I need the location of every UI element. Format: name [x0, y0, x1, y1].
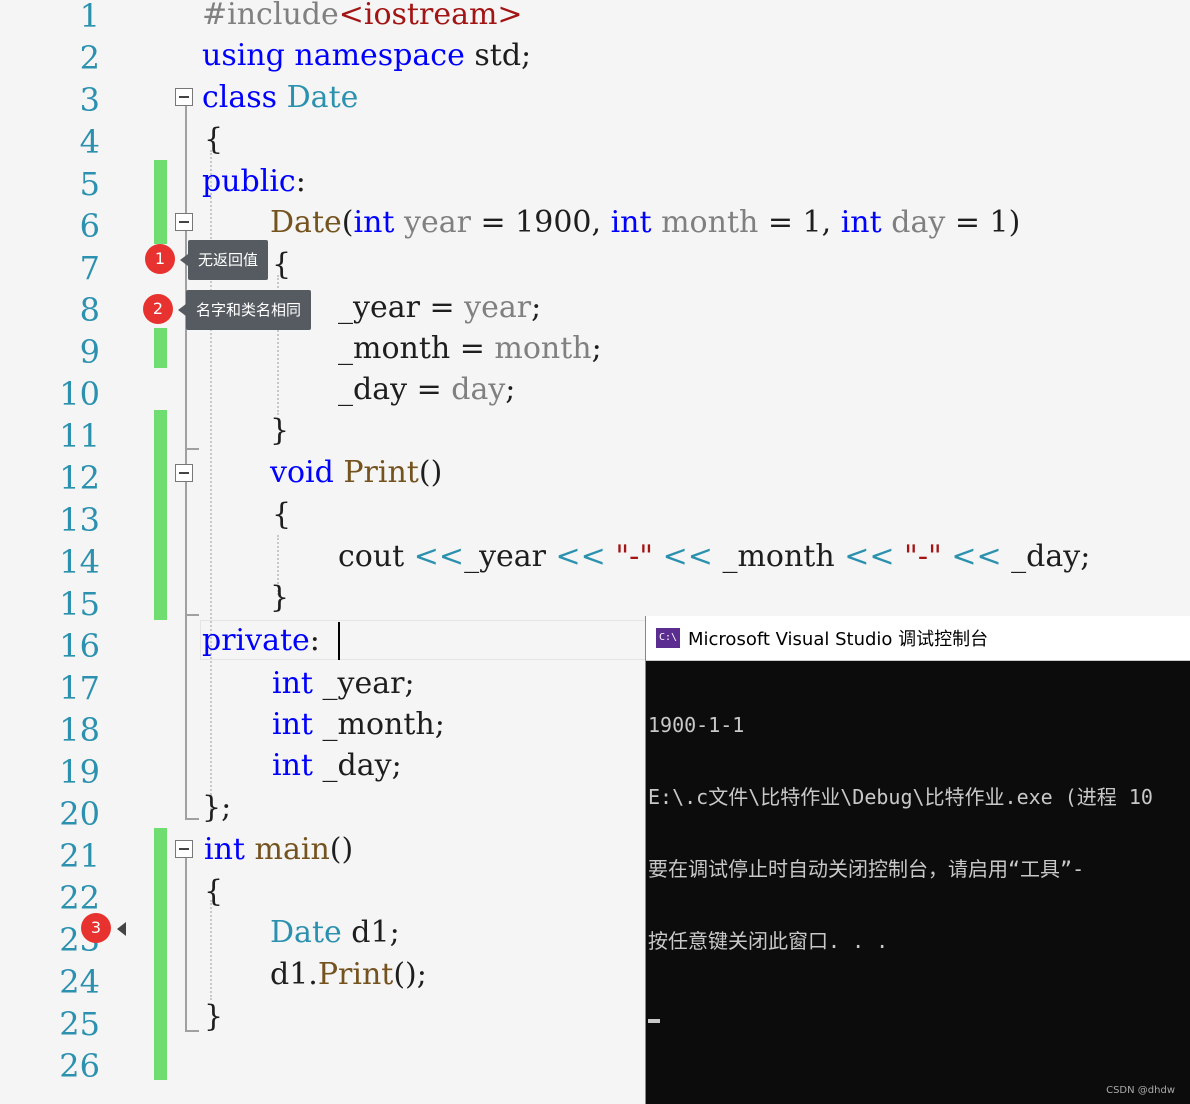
change-marker [154, 828, 167, 1080]
outline-end [185, 448, 199, 450]
line-number: 26 [59, 1047, 100, 1085]
annotation-tooltip-1: 无返回值 [179, 240, 269, 280]
code-line-7[interactable]: { [272, 244, 291, 286]
code-line-9[interactable]: _month = month; [338, 328, 602, 370]
collapse-print-toggle[interactable] [175, 464, 193, 482]
code-line-15[interactable]: } [270, 577, 289, 619]
code-line-23[interactable]: Date d1; [270, 912, 400, 954]
annotation-badge-2: 2 [143, 294, 173, 324]
change-marker [154, 160, 167, 244]
console-output[interactable]: 1900-1-1 E:\.c文件\比特作业\Debug\比特作业.exe (进程… [646, 661, 1190, 1071]
text-cursor [338, 622, 340, 660]
execution-arrow-icon [117, 922, 126, 936]
line-number: 11 [59, 417, 100, 455]
code-line-13[interactable]: { [272, 494, 291, 536]
code-line-16[interactable]: private: [202, 620, 320, 662]
collapse-main-toggle[interactable] [175, 840, 193, 858]
code-line-21[interactable]: int main() [204, 829, 353, 871]
line-number: 4 [79, 123, 100, 161]
outline-end [185, 818, 199, 820]
change-marker [154, 410, 167, 620]
line-number: 12 [59, 459, 100, 497]
outline-end [185, 1030, 199, 1032]
code-line-5[interactable]: public: [202, 161, 306, 203]
console-title: Microsoft Visual Studio 调试控制台 [688, 629, 989, 650]
line-number: 16 [59, 627, 100, 665]
code-line-6[interactable]: Date(int year = 1900, int month = 1, int… [270, 202, 1020, 244]
change-marker [154, 328, 167, 368]
annotation-tooltip-2: 名字和类名相同 [177, 290, 312, 330]
line-number: 10 [59, 375, 100, 413]
line-number: 8 [79, 291, 100, 329]
line-number: 21 [59, 837, 100, 875]
line-number: 3 [79, 81, 100, 119]
line-number: 7 [79, 249, 100, 287]
outline-end [185, 614, 199, 616]
outline-line [185, 858, 187, 1032]
line-number: 6 [79, 207, 100, 245]
annotation-badge-1: 1 [145, 244, 175, 274]
code-line-22[interactable]: { [204, 871, 223, 913]
code-line-19[interactable]: int _day; [272, 745, 402, 787]
line-number: 24 [59, 963, 100, 1001]
code-line-12[interactable]: void Print() [270, 452, 442, 494]
collapse-class-toggle[interactable] [175, 88, 193, 106]
line-number: 1 [79, 0, 100, 35]
line-number: 18 [59, 711, 100, 749]
line-number: 22 [59, 879, 100, 917]
annotation-badge-3: 3 [81, 913, 111, 943]
collapse-constructor-toggle[interactable] [175, 213, 193, 231]
debug-console-window[interactable]: C:\ Microsoft Visual Studio 调试控制台 1900-1… [645, 616, 1190, 1104]
line-number: 20 [59, 795, 100, 833]
console-line: E:\.c文件\比特作业\Debug\比特作业.exe (进程 10 [648, 785, 1153, 809]
line-number: 14 [59, 543, 100, 581]
code-line-17[interactable]: int _year; [272, 663, 415, 705]
code-line-24[interactable]: d1.Print(); [270, 954, 427, 996]
code-line-18[interactable]: int _month; [272, 704, 445, 746]
line-number: 17 [59, 669, 100, 707]
code-line-11[interactable]: } [270, 410, 289, 452]
line-number: 15 [59, 585, 100, 623]
line-number: 25 [59, 1005, 100, 1043]
line-number: 2 [79, 39, 100, 77]
console-cursor [648, 1019, 660, 1023]
console-line: 要在调试停止时自动关闭控制台，请启用“工具”- [648, 857, 1085, 881]
code-line-2[interactable]: using namespace std; [202, 35, 531, 77]
console-title-bar[interactable]: C:\ Microsoft Visual Studio 调试控制台 [646, 616, 1190, 661]
code-line-10[interactable]: _day = day; [338, 369, 515, 411]
code-line-1[interactable]: #include<iostream> [202, 0, 523, 36]
code-line-20[interactable]: }; [202, 787, 231, 829]
code-line-8[interactable]: _year = year; [338, 287, 541, 329]
code-line-25[interactable]: } [204, 996, 223, 1038]
watermark: CSDN @dhdw [1106, 1085, 1175, 1096]
code-line-4[interactable]: { [204, 119, 223, 161]
console-line: 1900-1-1 [648, 713, 745, 737]
line-number: 9 [79, 333, 100, 371]
code-line-3[interactable]: class Date [202, 77, 358, 119]
indent-guide [210, 900, 212, 1000]
code-line-14[interactable]: cout <<_year << "-" << _month << "-" << … [338, 536, 1090, 578]
console-line: 按任意键关闭此窗口. . . [648, 929, 889, 953]
console-app-icon: C:\ [656, 628, 680, 648]
line-number: 13 [59, 501, 100, 539]
line-number: 5 [79, 165, 100, 203]
line-number: 19 [59, 753, 100, 791]
